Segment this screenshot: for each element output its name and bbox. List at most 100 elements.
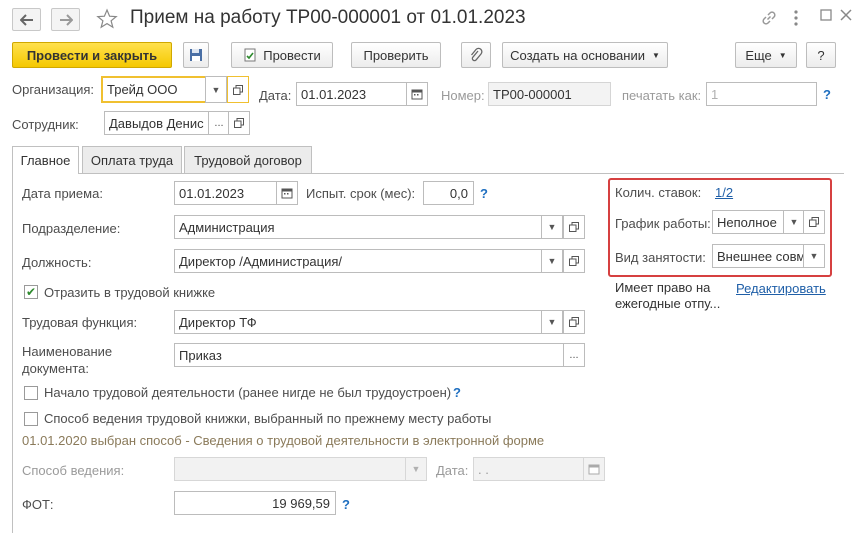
create-based-on-button[interactable]: Создать на основании ▼ xyxy=(502,42,668,68)
help-button[interactable]: ? xyxy=(806,42,836,68)
schedule-open-button[interactable] xyxy=(803,210,825,234)
date-input[interactable]: 01.01.2023 xyxy=(296,82,408,106)
date-calendar-button[interactable] xyxy=(406,82,428,106)
open-form-icon xyxy=(233,84,243,95)
labor-function-open-button[interactable] xyxy=(563,310,585,334)
fot-input[interactable]: 19 969,59 xyxy=(174,491,336,515)
check-button[interactable]: Проверить xyxy=(351,42,441,68)
position-input[interactable]: Директор /Администрация/ xyxy=(174,249,543,273)
attach-button[interactable] xyxy=(461,42,491,68)
employee-select-button[interactable]: ... xyxy=(208,111,230,135)
number-label: Номер: xyxy=(441,88,485,103)
post-button[interactable]: Провести xyxy=(231,42,333,68)
favorite-button[interactable] xyxy=(96,8,118,30)
method-date-input: . . xyxy=(473,457,585,481)
schedule-input[interactable]: Неполное xyxy=(712,210,785,234)
date-label: Дата: xyxy=(259,88,292,103)
tab-contract[interactable]: Трудовой договор xyxy=(184,146,312,173)
chevron-down-icon: ▼ xyxy=(547,222,557,232)
work-start-checkbox[interactable] xyxy=(24,386,38,400)
doc-name-label-line2: документа: xyxy=(22,361,89,376)
trial-help-icon[interactable]: ? xyxy=(480,186,488,201)
back-button[interactable] xyxy=(12,8,41,31)
position-open-button[interactable] xyxy=(563,249,585,273)
document-post-icon xyxy=(244,48,256,62)
arrow-right-icon xyxy=(59,13,73,26)
department-input[interactable]: Администрация xyxy=(174,215,543,239)
workbook-method-checkbox[interactable] xyxy=(24,412,38,426)
link-icon xyxy=(762,11,776,25)
organization-open-button[interactable] xyxy=(227,76,249,103)
calendar-icon xyxy=(588,464,600,475)
post-and-close-button[interactable]: Провести и закрыть xyxy=(12,42,172,68)
open-form-icon xyxy=(569,256,579,266)
employee-input[interactable]: Давыдов Денис xyxy=(104,111,210,135)
chevron-down-icon: ▼ xyxy=(789,217,799,227)
rates-label: Колич. ставок: xyxy=(615,185,702,200)
doc-name-select-button[interactable]: ... xyxy=(563,343,585,367)
work-start-checkbox-label: Начало трудовой деятельности (ранее нигд… xyxy=(44,385,452,400)
method-dropdown: ▼ xyxy=(405,457,427,481)
doc-name-input[interactable]: Приказ xyxy=(174,343,565,367)
post-button-label: Провести xyxy=(263,47,321,63)
maximize-button[interactable] xyxy=(820,9,832,21)
tab-main[interactable]: Главное xyxy=(12,146,79,174)
rates-link[interactable]: 1/2 xyxy=(715,185,733,200)
chevron-down-icon: ▼ xyxy=(547,317,557,327)
link-button[interactable] xyxy=(760,9,778,27)
chevron-down-icon: ▼ xyxy=(411,464,421,474)
employee-open-button[interactable] xyxy=(228,111,250,135)
labor-function-input[interactable]: Директор ТФ xyxy=(174,310,543,334)
trial-period-input[interactable]: 0,0 xyxy=(423,181,474,205)
floppy-disk-icon xyxy=(190,49,202,61)
employment-dropdown[interactable]: ▼ xyxy=(803,244,825,268)
page-title: Прием на работу ТР00-000001 от 01.01.202… xyxy=(130,7,526,28)
labor-function-dropdown[interactable]: ▼ xyxy=(541,310,563,334)
employment-label: Вид занятости: xyxy=(615,250,706,265)
organization-dropdown[interactable]: ▼ xyxy=(205,76,227,103)
fot-label: ФОТ: xyxy=(22,497,54,512)
hire-date-label: Дата приема: xyxy=(22,186,103,201)
work-start-help-icon[interactable]: ? xyxy=(453,385,461,400)
chevron-down-icon: ▼ xyxy=(211,84,221,95)
close-button[interactable] xyxy=(840,9,852,21)
arrow-left-icon xyxy=(19,13,33,26)
save-button[interactable] xyxy=(183,42,209,68)
employment-input[interactable]: Внешнее совм xyxy=(712,244,805,268)
labor-function-label: Трудовая функция: xyxy=(22,315,138,330)
department-open-button[interactable] xyxy=(563,215,585,239)
print-as-help-icon[interactable]: ? xyxy=(823,87,831,102)
department-label: Подразделение: xyxy=(22,221,121,236)
print-as-label: печатать как: xyxy=(622,88,702,103)
schedule-dropdown[interactable]: ▼ xyxy=(783,210,805,234)
fot-help-icon[interactable]: ? xyxy=(342,497,350,512)
calendar-icon xyxy=(411,89,423,100)
hire-date-calendar-button[interactable] xyxy=(276,181,298,205)
position-dropdown[interactable]: ▼ xyxy=(541,249,563,273)
organization-input[interactable]: Трейд ООО xyxy=(101,76,207,103)
print-as-input[interactable]: 1 xyxy=(706,82,817,106)
more-button-label: Еще xyxy=(745,47,772,63)
vacation-text-line1: Имеет право на xyxy=(615,280,711,295)
maximize-icon xyxy=(820,9,832,21)
employee-label: Сотрудник: xyxy=(12,117,79,132)
department-dropdown[interactable]: ▼ xyxy=(541,215,563,239)
position-label: Должность: xyxy=(22,255,92,270)
paperclip-icon xyxy=(470,47,483,62)
forward-button[interactable] xyxy=(51,8,80,31)
chevron-down-icon: ▼ xyxy=(809,251,819,261)
edit-vacation-link[interactable]: Редактировать xyxy=(736,281,826,296)
close-icon xyxy=(840,9,852,21)
more-actions-button[interactable] xyxy=(793,9,799,27)
workbook-method-note: 01.01.2020 выбран способ - Сведения о тр… xyxy=(22,433,545,448)
chevron-down-icon: ▼ xyxy=(651,50,660,60)
workbook-checkbox[interactable]: ✔ xyxy=(24,285,38,299)
more-button[interactable]: Еще ▼ xyxy=(735,42,797,68)
create-based-on-label: Создать на основании xyxy=(510,47,645,63)
workbook-checkbox-label: Отразить в трудовой книжке xyxy=(44,285,216,300)
organization-label: Организация: xyxy=(12,82,95,97)
method-date-calendar-button xyxy=(583,457,605,481)
tab-payment[interactable]: Оплата труда xyxy=(82,146,182,173)
hire-date-input[interactable]: 01.01.2023 xyxy=(174,181,278,205)
method-select xyxy=(174,457,409,481)
